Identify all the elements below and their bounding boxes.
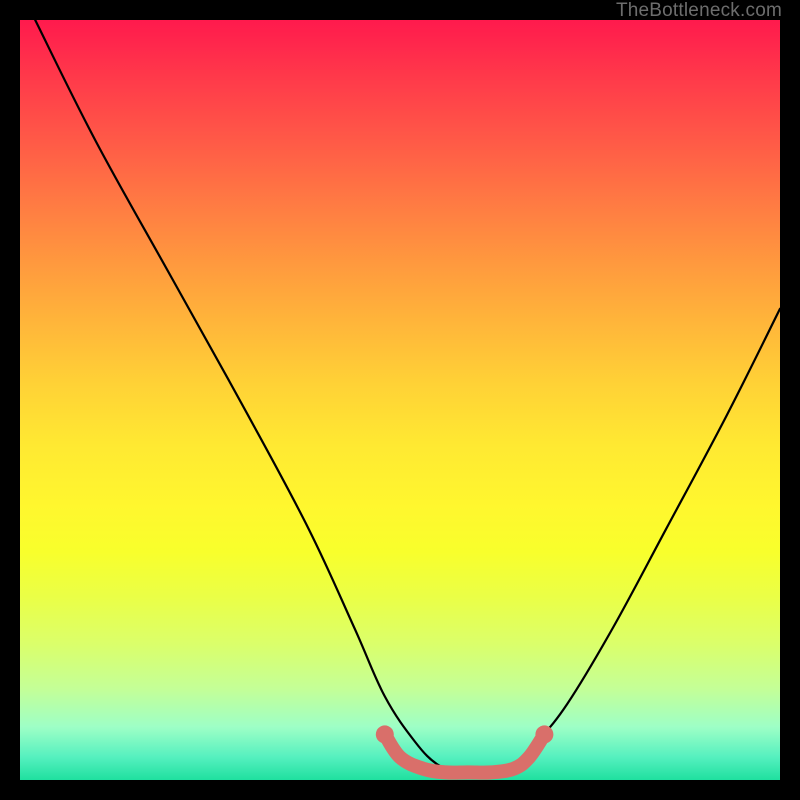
- optimal-band-path: [385, 734, 545, 772]
- curve-svg: [20, 20, 780, 780]
- bottleneck-curve-path: [35, 20, 780, 773]
- chart-frame: TheBottleneck.com: [0, 0, 800, 800]
- optimal-band-start-dot: [376, 725, 394, 743]
- plot-area: [20, 20, 780, 780]
- optimal-band-end-dot: [535, 725, 553, 743]
- attribution-label: TheBottleneck.com: [616, 0, 782, 22]
